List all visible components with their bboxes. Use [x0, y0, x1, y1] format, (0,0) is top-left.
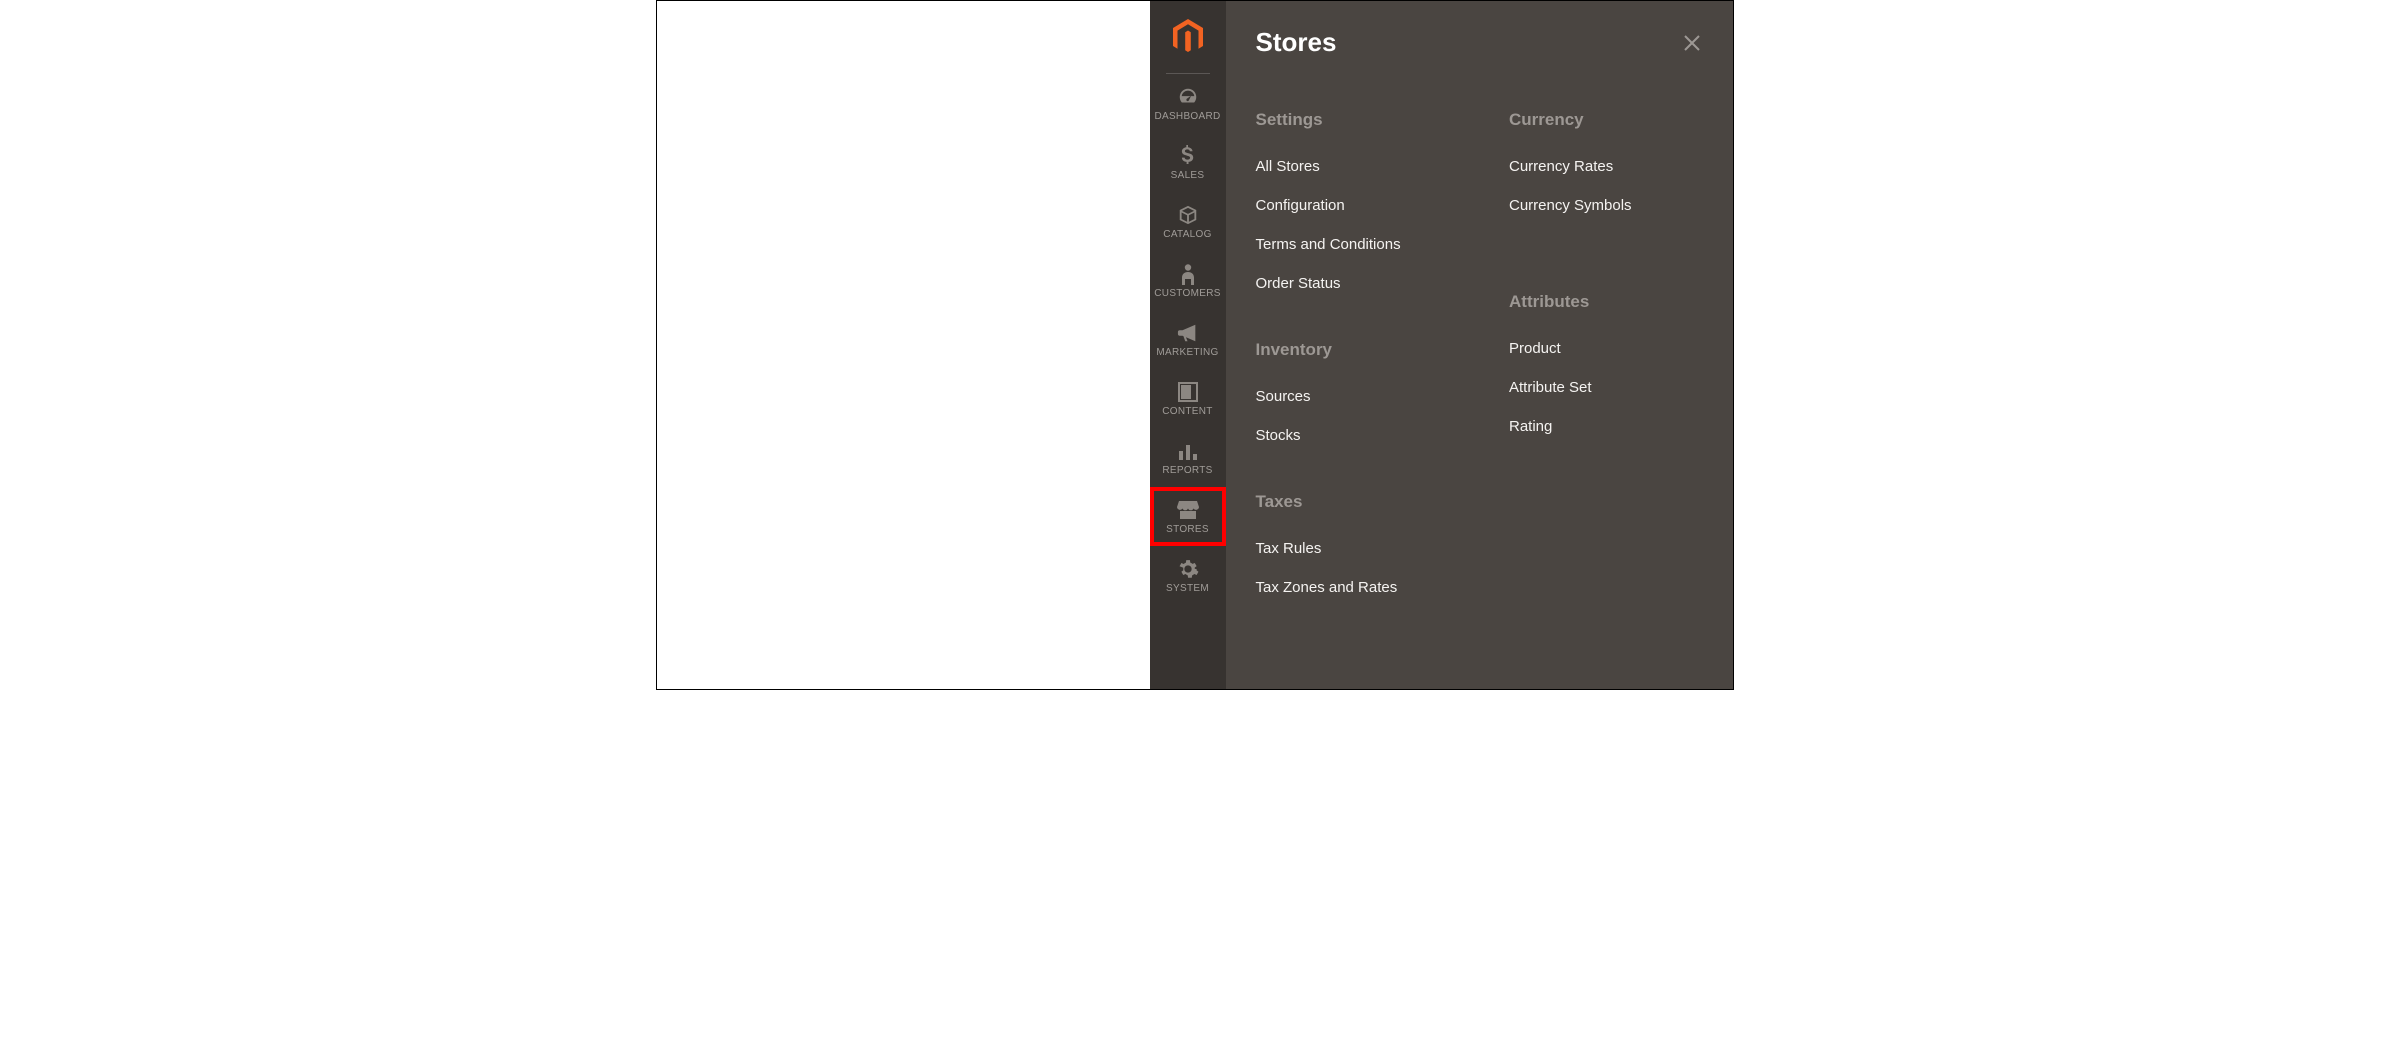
group-title: Currency: [1509, 110, 1703, 130]
magento-logo-icon: [1172, 19, 1204, 55]
sidebar-item-stores[interactable]: STORES: [1150, 487, 1226, 546]
megaphone-icon: [1177, 322, 1199, 344]
sidebar-item-sales[interactable]: SALES: [1150, 133, 1226, 192]
dollar-icon: [1177, 145, 1199, 167]
group-inventory: Inventory Sources Stocks: [1256, 340, 1450, 444]
link-all-stores[interactable]: All Stores: [1256, 158, 1450, 175]
sidebar-item-label: CONTENT: [1162, 407, 1212, 417]
sidebar-item-label: REPORTS: [1162, 466, 1212, 476]
link-stocks[interactable]: Stocks: [1256, 427, 1450, 444]
sidebar-item-dashboard[interactable]: DASHBOARD: [1150, 74, 1226, 133]
sidebar-item-system[interactable]: SYSTEM: [1150, 546, 1226, 605]
sidebar-item-customers[interactable]: CUSTOMERS: [1150, 251, 1226, 310]
flyout-columns: Settings All Stores Configuration Terms …: [1256, 110, 1703, 596]
group-attributes: Attributes Product Attribute Set Rating: [1509, 292, 1703, 435]
group-settings: Settings All Stores Configuration Terms …: [1256, 110, 1450, 292]
group-title: Taxes: [1256, 492, 1450, 512]
admin-area: DASHBOARD SALES CATALOG CUSTOMERS: [1150, 1, 1733, 689]
sidebar-item-content[interactable]: CONTENT: [1150, 369, 1226, 428]
sidebar-item-label: CUSTOMERS: [1154, 289, 1220, 299]
sidebar-item-reports[interactable]: REPORTS: [1150, 428, 1226, 487]
sidebar-item-label: SALES: [1171, 171, 1205, 181]
link-currency-rates[interactable]: Currency Rates: [1509, 158, 1703, 175]
sidebar-item-catalog[interactable]: CATALOG: [1150, 192, 1226, 251]
admin-sidebar: DASHBOARD SALES CATALOG CUSTOMERS: [1150, 1, 1226, 689]
close-button[interactable]: [1681, 32, 1703, 54]
box-icon: [1177, 204, 1199, 226]
link-product[interactable]: Product: [1509, 340, 1703, 357]
link-tax-zones-and-rates[interactable]: Tax Zones and Rates: [1256, 579, 1450, 596]
flyout-header: Stores: [1256, 27, 1703, 58]
sidebar-item-label: CATALOG: [1163, 230, 1211, 240]
link-sources[interactable]: Sources: [1256, 388, 1450, 405]
link-tax-rules[interactable]: Tax Rules: [1256, 540, 1450, 557]
link-order-status[interactable]: Order Status: [1256, 275, 1450, 292]
flyout-column-1: Settings All Stores Configuration Terms …: [1256, 110, 1450, 596]
person-icon: [1177, 263, 1199, 285]
gear-icon: [1177, 558, 1199, 580]
blank-area: [657, 1, 1150, 689]
group-currency: Currency Currency Rates Currency Symbols: [1509, 110, 1703, 214]
gauge-icon: [1177, 86, 1199, 108]
group-title: Attributes: [1509, 292, 1703, 312]
group-taxes: Taxes Tax Rules Tax Zones and Rates: [1256, 492, 1450, 596]
magento-logo[interactable]: [1150, 1, 1226, 73]
flyout-column-2: Currency Currency Rates Currency Symbols…: [1509, 110, 1703, 596]
sidebar-item-label: SYSTEM: [1166, 584, 1209, 594]
sidebar-item-label: MARKETING: [1156, 348, 1218, 358]
link-rating[interactable]: Rating: [1509, 418, 1703, 435]
flyout-title: Stores: [1256, 27, 1337, 58]
group-title: Settings: [1256, 110, 1450, 130]
link-attribute-set[interactable]: Attribute Set: [1509, 379, 1703, 396]
layout-icon: [1177, 381, 1199, 403]
sidebar-item-label: STORES: [1166, 525, 1209, 535]
storefront-icon: [1177, 499, 1199, 521]
screenshot-frame: DASHBOARD SALES CATALOG CUSTOMERS: [656, 0, 1734, 690]
link-configuration[interactable]: Configuration: [1256, 197, 1450, 214]
sidebar-item-label: DASHBOARD: [1154, 112, 1220, 122]
sidebar-item-marketing[interactable]: MARKETING: [1150, 310, 1226, 369]
bar-chart-icon: [1177, 440, 1199, 462]
link-currency-symbols[interactable]: Currency Symbols: [1509, 197, 1703, 214]
stores-flyout-panel: Stores Settings All Stores Configuration…: [1226, 1, 1733, 689]
close-icon: [1683, 34, 1701, 52]
link-terms-and-conditions[interactable]: Terms and Conditions: [1256, 236, 1450, 253]
group-title: Inventory: [1256, 340, 1450, 360]
